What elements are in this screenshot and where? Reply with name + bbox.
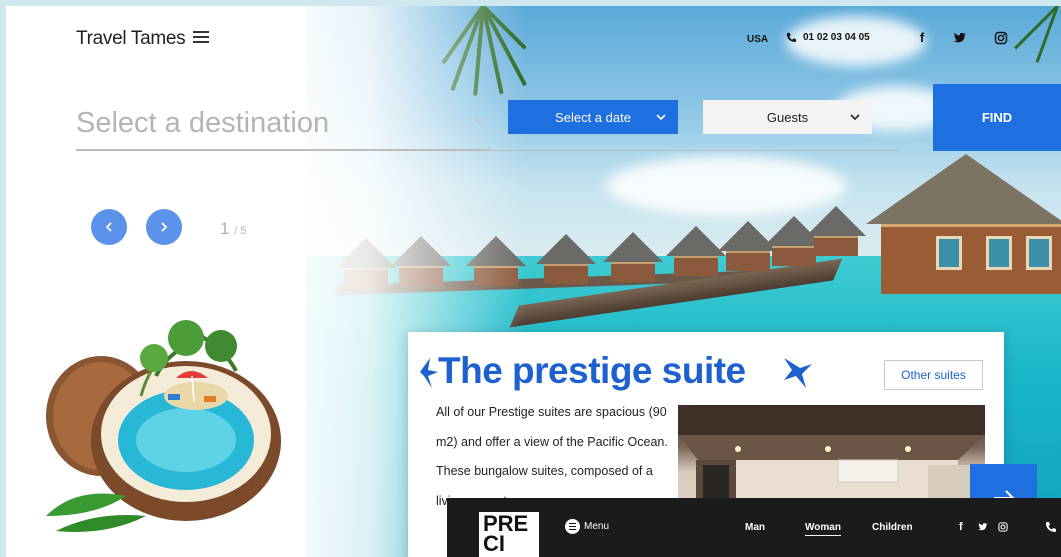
secondary-site-preview: PRE CI Menu Man Woman Children f [447,498,1061,557]
slide-total: / 5 [234,225,247,237]
phone-icon[interactable] [1045,521,1057,533]
guests-select[interactable]: Guests [703,100,872,134]
logo-line-2: CI [483,531,505,556]
chevron-down-icon [850,114,860,121]
chevron-down-icon [656,114,666,121]
secondary-logo[interactable]: PRE CI [479,512,539,557]
large-bungalow-image [866,154,1061,314]
star-swirl-icon [784,358,812,388]
chevron-down-icon[interactable] [472,114,486,128]
guests-label: Guests [766,109,809,125]
instagram-icon[interactable] [993,30,1009,46]
instagram-icon[interactable] [997,521,1009,533]
bungalow-image [536,234,596,284]
region-selector[interactable]: USA [747,34,768,45]
secondary-menu-button[interactable]: Menu [565,519,609,534]
destination-input[interactable] [76,98,491,150]
nav-item-children[interactable]: Children [872,522,913,533]
facebook-icon[interactable]: f [914,30,930,46]
twitter-icon[interactable] [952,30,968,46]
palm-leaves-image [1014,6,1061,66]
brand-logo[interactable]: Travel Tames [76,28,186,50]
bungalow-image [806,206,866,256]
find-button[interactable]: FIND [933,84,1061,151]
date-picker-label: Select a date [555,109,631,125]
slide-counter: 1 / 5 [220,219,246,239]
chevron-right-icon [161,222,168,232]
phone-icon [786,32,797,43]
nav-item-woman[interactable]: Woman [805,522,841,536]
menu-label: Menu [584,521,610,532]
nav-item-man[interactable]: Man [745,522,765,533]
page-frame: Travel Tames USA 01 02 03 04 05 f Select… [6,6,1061,557]
coconut-island-image [46,320,281,532]
star-swirl-icon [420,358,438,388]
hamburger-menu-icon[interactable] [193,31,209,44]
bungalow-image [666,226,726,276]
next-slide-button[interactable] [146,209,182,245]
slide-current: 1 [220,219,230,238]
menu-icon [565,519,580,534]
other-suites-button[interactable]: Other suites [884,360,983,390]
bungalow-image [603,232,663,282]
date-picker-button[interactable]: Select a date [508,100,678,134]
chevron-left-icon [105,222,112,232]
suite-title: The prestige suite [438,350,746,391]
twitter-icon[interactable] [977,521,989,533]
search-underline [76,150,898,151]
previous-slide-button[interactable] [91,209,127,245]
phone-link[interactable]: 01 02 03 04 05 [786,32,870,43]
phone-number: 01 02 03 04 05 [803,32,870,43]
facebook-icon[interactable]: f [959,521,963,533]
